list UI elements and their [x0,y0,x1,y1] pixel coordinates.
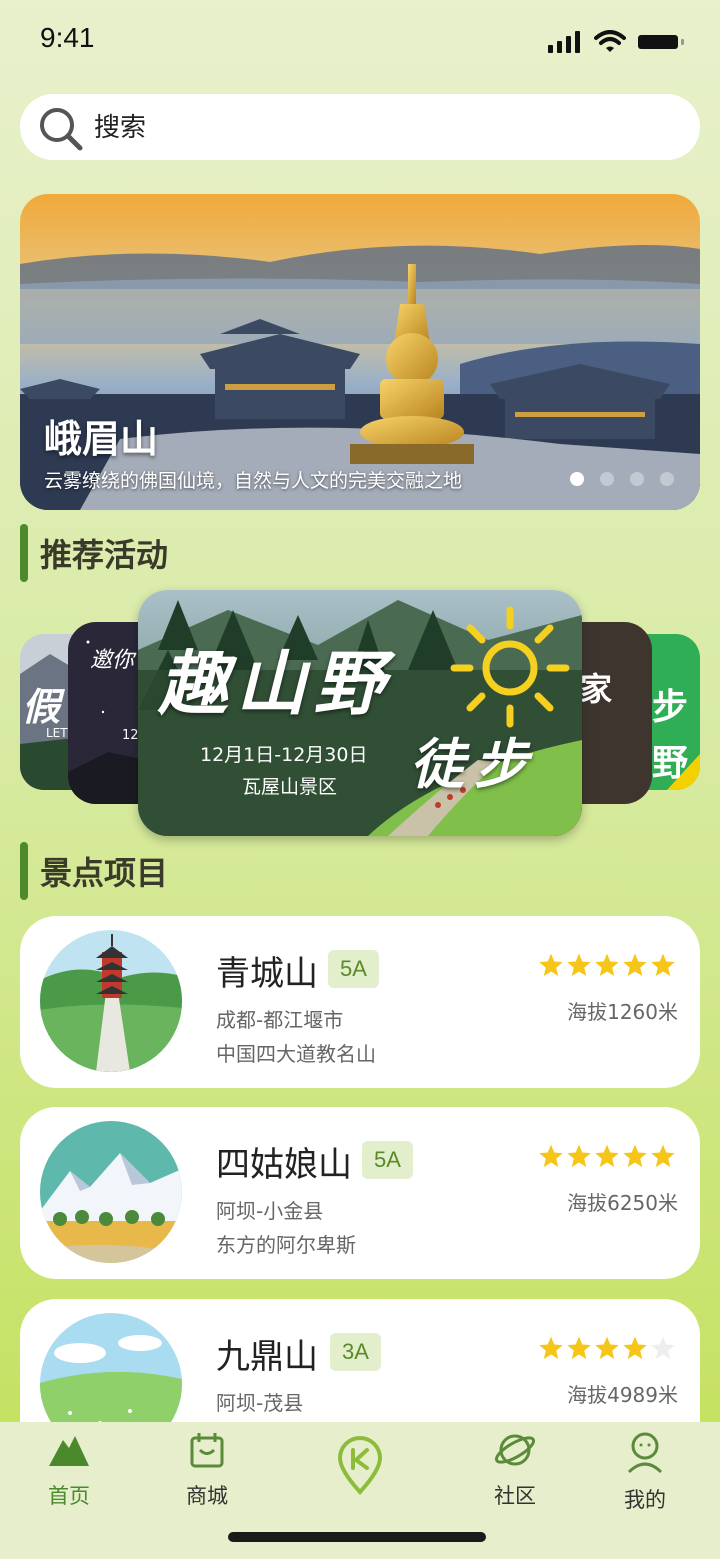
banner-dot-2[interactable] [600,472,614,486]
search-input[interactable] [92,106,656,150]
activity-featured-subtitle: 徒步 [410,732,538,796]
activity-card-right-inner-text: 家 [580,670,613,708]
shop-bag-icon [190,1433,224,1468]
activity-card-featured[interactable]: 趣山野 徒步 12月1日-12月30日 瓦屋山景区 [138,590,582,836]
star-empty-icon [651,1336,675,1360]
search-bar[interactable] [20,94,700,160]
banner-dot-4[interactable] [660,472,674,486]
spot-altitude: 海拔6250米 [567,1191,678,1215]
star-filled-icon [595,1144,619,1168]
activity-featured-dates: 12月1日-12月30日 [200,744,368,766]
spot-grade-badge: 5A [328,950,379,988]
section-accent-bar [20,842,28,900]
cellular-signal-icon [548,31,580,53]
status-bar: 9:41 [0,0,720,80]
spot-location: 阿坝-小金县 [216,1199,324,1223]
spot-name: 青城山 [216,954,318,994]
star-filled-icon [623,1144,647,1168]
spot-rating [538,1335,676,1361]
search-icon [40,108,83,151]
star-filled-icon [623,1336,647,1360]
star-filled-icon [567,1336,591,1360]
activities-section-title: 推荐活动 [40,536,169,574]
spot-name: 四姑娘山 [216,1145,352,1185]
activity-card-right-outer-text2: 野 [652,743,689,784]
spot-card[interactable]: 青城山 5A 成都-都江堰市 中国四大道教名山 海拔1260米 [20,916,700,1088]
spot-description: 东方的阿尔卑斯 [216,1233,356,1257]
spot-grade-badge: 5A [362,1141,413,1179]
spot-card[interactable]: 四姑娘山 5A 阿坝-小金县 东方的阿尔卑斯 海拔6250米 [20,1107,700,1279]
star-filled-icon [567,1144,591,1168]
user-icon [627,1432,663,1474]
hero-banner[interactable]: 峨眉山 云雾缭绕的佛国仙境，自然与人文的完美交融之地 [20,194,700,510]
activity-featured-title: 趣山野 [158,642,392,725]
tab-home[interactable]: 首页 [14,1430,124,1510]
spot-location: 成都-都江堰市 [216,1008,344,1032]
spot-location: 阿坝-茂县 [216,1391,304,1415]
tab-map[interactable] [305,1436,415,1506]
star-filled-icon [651,953,675,977]
star-filled-icon [567,953,591,977]
location-pin-icon [337,1436,383,1495]
status-time: 9:41 [40,22,95,53]
tab-shop[interactable]: 商城 [152,1430,262,1510]
spot-thumbnail [40,1121,182,1263]
banner-title: 峨眉山 [44,417,159,461]
star-filled-icon [651,1144,675,1168]
tab-profile[interactable]: 我的 [590,1430,700,1514]
spot-rating [538,952,676,978]
tab-label: 社区 [494,1484,536,1508]
activities-section-header: 推荐活动 [20,524,168,582]
planet-icon [494,1434,536,1466]
banner-dot-3[interactable] [630,472,644,486]
star-filled-icon [539,1336,563,1360]
banner-dot-1[interactable] [570,472,584,486]
snow-mountain-illustration [40,1121,182,1263]
mountain-icon [49,1436,89,1466]
banner-subtitle: 云雾缭绕的佛国仙境，自然与人文的完美交融之地 [44,470,463,492]
activity-card-right-outer-text: 步 [652,687,689,728]
activity-featured-place: 瓦屋山景区 [242,776,338,798]
wifi-icon [594,30,626,52]
star-filled-icon [539,1144,563,1168]
activity-card-left-inner-text: 邀你 [90,648,135,673]
star-filled-icon [623,953,647,977]
spot-description: 中国四大道教名山 [216,1042,376,1066]
activities-carousel[interactable]: 假 LET' 邀你 12. 步 野 家 趣山野 徒步 12月1日-12月30日 … [0,590,720,840]
spot-altitude: 海拔1260米 [567,1000,678,1024]
pagoda-illustration [40,930,182,1072]
spot-name: 九鼎山 [216,1337,318,1377]
tab-label: 首页 [48,1484,90,1508]
status-icons [548,30,686,54]
spot-altitude: 海拔4989米 [567,1383,678,1407]
spots-section-title: 景点项目 [40,854,169,892]
spot-grade-badge: 3A [330,1333,381,1371]
tab-label: 我的 [624,1488,666,1512]
star-filled-icon [595,953,619,977]
banner-pagination [570,472,674,486]
activity-card-left-outer-text: 假 [22,685,61,729]
tab-label: 商城 [186,1484,228,1508]
home-indicator[interactable] [228,1532,486,1542]
spot-rating [538,1143,676,1169]
spots-section-header: 景点项目 [20,842,168,900]
spot-thumbnail [40,930,182,1072]
star-filled-icon [595,1336,619,1360]
star-filled-icon [539,953,563,977]
tab-community[interactable]: 社区 [460,1430,570,1510]
battery-icon [638,35,684,49]
section-accent-bar [20,524,28,582]
